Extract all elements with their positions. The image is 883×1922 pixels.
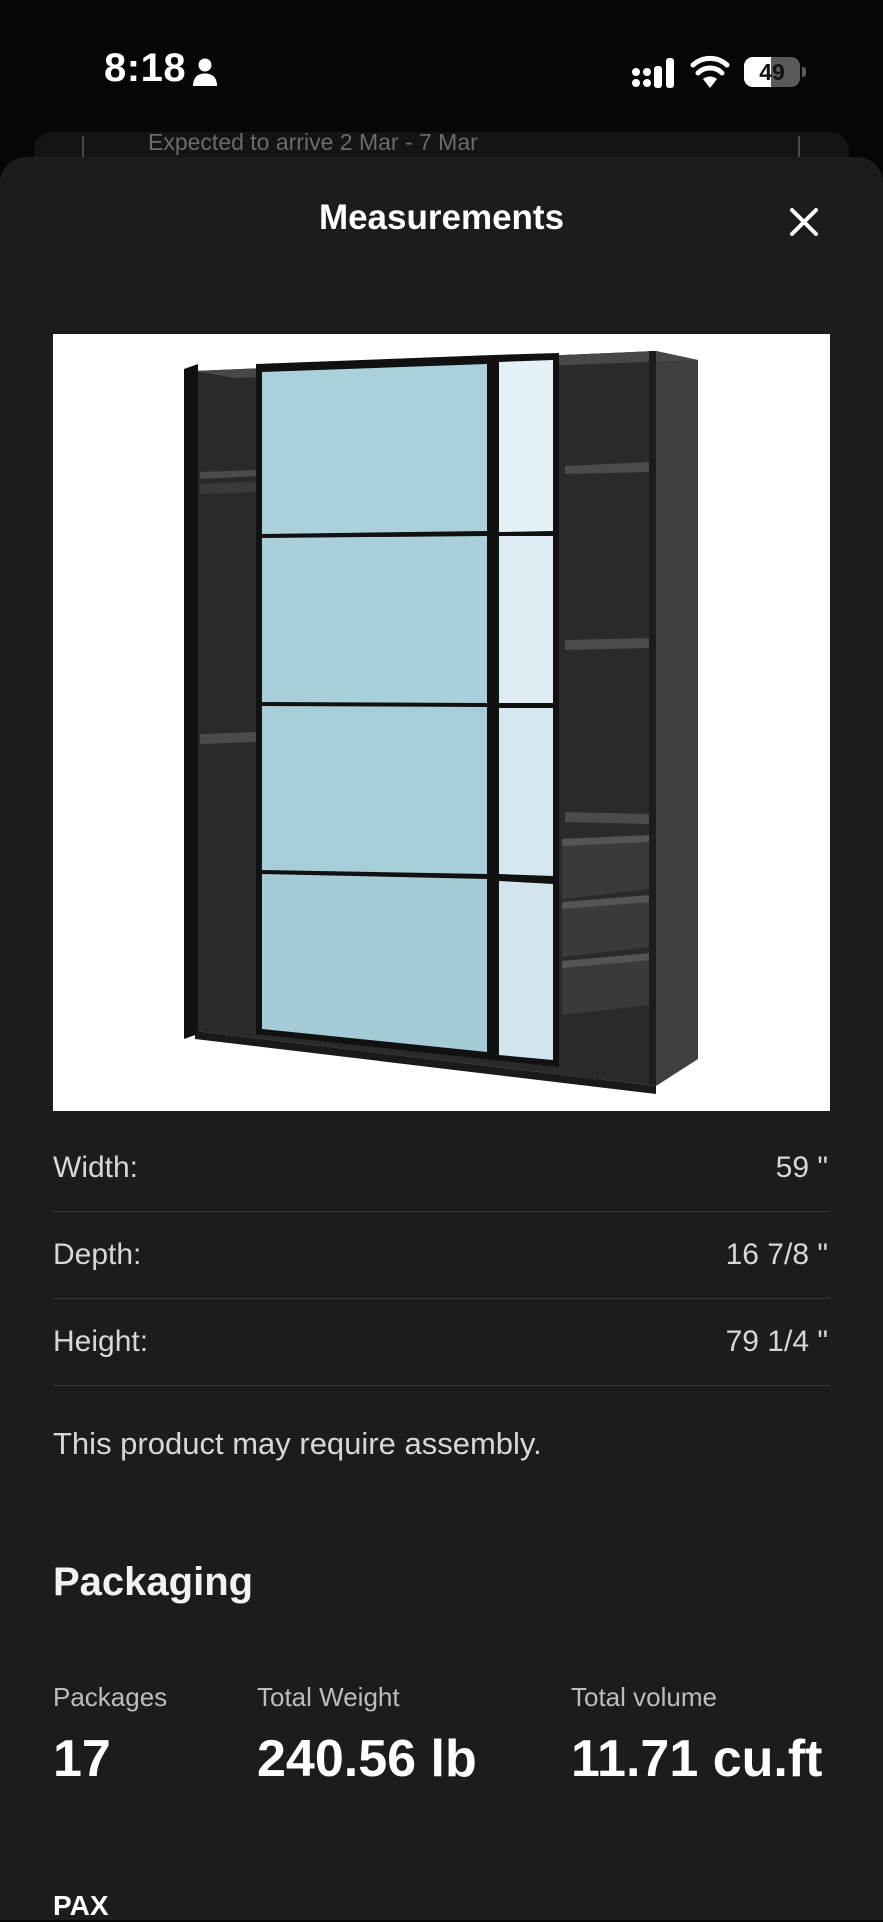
person-icon xyxy=(193,58,217,86)
stat-label: Total Weight xyxy=(257,1682,400,1712)
stat-label: Total volume xyxy=(571,1682,717,1712)
status-time: 8:18 xyxy=(104,46,187,90)
packaging-heading: Packaging xyxy=(53,1560,254,1604)
stat-value: 11.71 cu.ft xyxy=(571,1730,823,1788)
stat-value: 240.56 lb xyxy=(257,1730,477,1788)
dimension-label: Depth: xyxy=(53,1238,142,1271)
stat-total-volume: Total volume 11.71 cu.ft xyxy=(571,1682,822,1789)
close-icon xyxy=(790,208,818,236)
dimension-row-depth: Depth: 16 7/8 " xyxy=(53,1211,830,1299)
battery-level: 49 xyxy=(759,59,785,85)
stat-packages: Packages 17 xyxy=(53,1682,167,1789)
dimension-value: 59 " xyxy=(775,1151,828,1184)
background-card-divider xyxy=(82,136,84,158)
dimension-value: 16 7/8 " xyxy=(725,1238,828,1271)
dimension-label: Height: xyxy=(53,1325,149,1358)
dimension-row-width: Width: 59 " xyxy=(53,1124,830,1212)
status-bar: 8:18 49 xyxy=(0,0,883,130)
product-image xyxy=(53,334,830,1111)
sheet-title: Measurements xyxy=(318,198,565,237)
close-button[interactable] xyxy=(776,194,832,250)
delivery-estimate: Expected to arrive 2 Mar - 7 Mar xyxy=(148,129,478,155)
stat-label: Packages xyxy=(53,1682,168,1712)
background-card-divider xyxy=(798,136,800,158)
dimension-label: Width: xyxy=(53,1151,139,1184)
dimension-value: 79 1/4 " xyxy=(725,1325,828,1358)
stat-total-weight: Total Weight 240.56 lb xyxy=(257,1682,477,1789)
battery-icon: 49 xyxy=(744,57,806,87)
dimension-row-height: Height: 79 1/4 " xyxy=(53,1298,830,1386)
product-name-heading: PAX xyxy=(53,1890,109,1921)
cellular-signal-icon xyxy=(632,58,674,88)
wifi-icon xyxy=(690,55,730,88)
assembly-note: This product may require assembly. xyxy=(53,1426,542,1461)
stat-value: 17 xyxy=(53,1730,111,1788)
